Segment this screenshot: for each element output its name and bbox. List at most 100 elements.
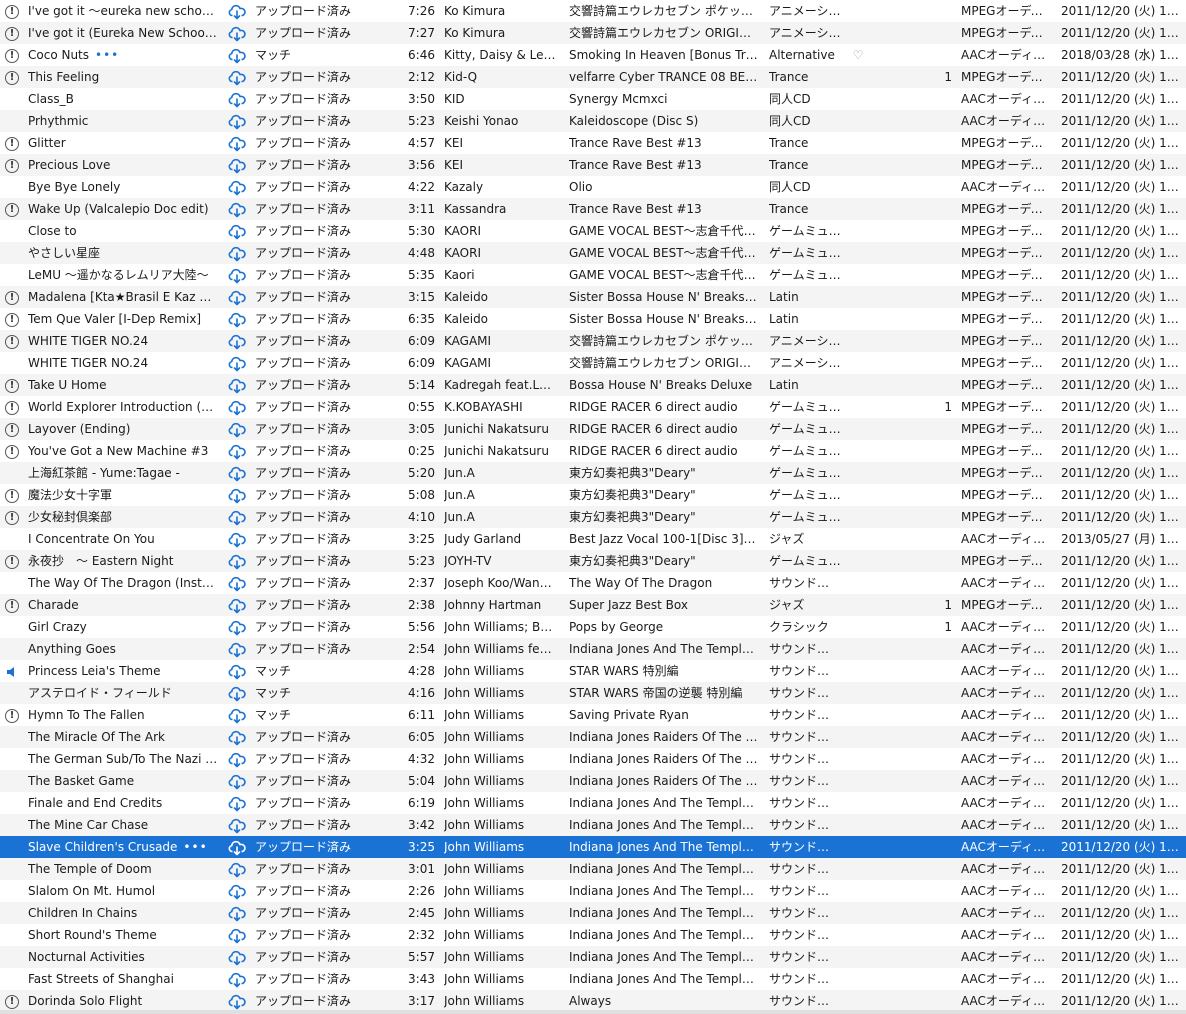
cloud-download-icon[interactable]: [227, 726, 247, 748]
cloud-download-icon[interactable]: [227, 484, 247, 506]
track-row[interactable]: ! WHITE TIGER NO.24 アップロード済み 6:09 KAGAMI 交響詩篇…: [0, 330, 1186, 352]
heart-icon[interactable]: [848, 550, 868, 572]
track-row[interactable]: Slave Children's Crusade ••• アップロード済み 3:25 J…: [0, 836, 1186, 858]
track-row[interactable]: ! Layover (Ending) アップロード済み 3:05 Junichi Nak…: [0, 418, 1186, 440]
cloud-download-icon[interactable]: [227, 616, 247, 638]
heart-icon[interactable]: [848, 792, 868, 814]
track-row[interactable]: WHITE TIGER NO.24 アップロード済み 6:09 KAGAMI 交響詩篇エ…: [0, 352, 1186, 374]
heart-icon[interactable]: [848, 858, 868, 880]
cloud-download-icon[interactable]: [227, 88, 247, 110]
cloud-download-icon[interactable]: [227, 528, 247, 550]
cloud-download-icon[interactable]: [227, 836, 247, 858]
track-row[interactable]: ! Precious Love アップロード済み 3:56 KEI Trance Rave…: [0, 154, 1186, 176]
cloud-download-icon[interactable]: [227, 550, 247, 572]
heart-icon[interactable]: [848, 154, 868, 176]
track-row[interactable]: ! Hymn To The Fallen マッチ 6:11 John Williams S…: [0, 704, 1186, 726]
heart-icon[interactable]: [848, 814, 868, 836]
cloud-download-icon[interactable]: [227, 462, 247, 484]
cloud-download-icon[interactable]: [227, 154, 247, 176]
heart-icon[interactable]: [848, 198, 868, 220]
heart-icon[interactable]: [848, 682, 868, 704]
heart-icon[interactable]: [848, 660, 868, 682]
track-row[interactable]: The Miracle Of The Ark アップロード済み 6:05 John W…: [0, 726, 1186, 748]
cloud-download-icon[interactable]: [227, 286, 247, 308]
cloud-download-icon[interactable]: [227, 220, 247, 242]
heart-icon[interactable]: [848, 704, 868, 726]
track-row[interactable]: Finale and End Credits アップロード済み 6:19 John W…: [0, 792, 1186, 814]
heart-icon[interactable]: [848, 726, 868, 748]
cloud-download-icon[interactable]: [227, 990, 247, 1012]
cloud-download-icon[interactable]: [227, 902, 247, 924]
track-row[interactable]: 上海紅茶館 - Yume:Tagae - アップロード済み 5:20 Jun.A 東方幻…: [0, 462, 1186, 484]
heart-icon[interactable]: [848, 528, 868, 550]
heart-icon[interactable]: [848, 924, 868, 946]
heart-icon[interactable]: [848, 352, 868, 374]
heart-icon[interactable]: [848, 990, 868, 1012]
heart-icon[interactable]: [848, 638, 868, 660]
cloud-download-icon[interactable]: [227, 396, 247, 418]
heart-icon[interactable]: [848, 616, 868, 638]
cloud-download-icon[interactable]: [227, 66, 247, 88]
heart-icon[interactable]: [848, 110, 868, 132]
track-row[interactable]: The Basket Game アップロード済み 5:04 John Williams…: [0, 770, 1186, 792]
cloud-download-icon[interactable]: [227, 132, 247, 154]
heart-icon[interactable]: [848, 418, 868, 440]
cloud-download-icon[interactable]: [227, 660, 247, 682]
cloud-download-icon[interactable]: [227, 704, 247, 726]
track-row[interactable]: ! I've got it (Eureka New School Aci... アッ…: [0, 22, 1186, 44]
track-row[interactable]: Anything Goes アップロード済み 2:54 John Williams f…: [0, 638, 1186, 660]
track-row[interactable]: アステロイド・フィールド マッチ 4:16 John Williams STAR WAR…: [0, 682, 1186, 704]
cloud-download-icon[interactable]: [227, 638, 247, 660]
heart-icon[interactable]: [848, 0, 868, 22]
heart-icon[interactable]: [848, 836, 868, 858]
heart-icon[interactable]: [848, 66, 868, 88]
heart-icon[interactable]: [848, 330, 868, 352]
track-row[interactable]: The Temple of Doom アップロード済み 3:01 John Willi…: [0, 858, 1186, 880]
cloud-download-icon[interactable]: [227, 814, 247, 836]
cloud-download-icon[interactable]: [227, 264, 247, 286]
track-row[interactable]: ! 少女秘封倶楽部 アップロード済み 4:10 Jun.A 東方幻奏祀典3"Deary" ゲ…: [0, 506, 1186, 528]
cloud-download-icon[interactable]: [227, 880, 247, 902]
cloud-download-icon[interactable]: [227, 572, 247, 594]
cloud-download-icon[interactable]: [227, 792, 247, 814]
track-row[interactable]: Princess Leia's Theme マッチ 4:28 John William…: [0, 660, 1186, 682]
cloud-download-icon[interactable]: [227, 946, 247, 968]
track-row[interactable]: ! Wake Up (Valcalepio Doc edit) アップロード済み 3:…: [0, 198, 1186, 220]
track-row[interactable]: ! Take U Home アップロード済み 5:14 Kadregah feat.Le…: [0, 374, 1186, 396]
heart-icon[interactable]: [848, 220, 868, 242]
heart-icon[interactable]: [848, 748, 868, 770]
heart-icon[interactable]: [848, 968, 868, 990]
cloud-download-icon[interactable]: [227, 308, 247, 330]
track-row[interactable]: Prhythmic アップロード済み 5:23 Keishi Yonao Kaleido…: [0, 110, 1186, 132]
heart-icon[interactable]: [848, 440, 868, 462]
heart-icon[interactable]: [848, 308, 868, 330]
track-row[interactable]: Girl Crazy アップロード済み 5:56 John Williams; Bos…: [0, 616, 1186, 638]
cloud-download-icon[interactable]: [227, 506, 247, 528]
track-row[interactable]: ! This Feeling アップロード済み 2:12 Kid-Q velfarre C…: [0, 66, 1186, 88]
heart-icon[interactable]: [848, 770, 868, 792]
track-row[interactable]: ! Dorinda Solo Flight アップロード済み 3:17 John Wil…: [0, 990, 1186, 1012]
track-row[interactable]: The German Sub/To The Nazi Hid... アップロード済…: [0, 748, 1186, 770]
heart-icon[interactable]: [848, 572, 868, 594]
track-row[interactable]: ! Tem Que Valer [I-Dep Remix] アップロード済み 6:35…: [0, 308, 1186, 330]
cloud-download-icon[interactable]: [227, 242, 247, 264]
cloud-download-icon[interactable]: [227, 968, 247, 990]
cloud-download-icon[interactable]: [227, 330, 247, 352]
cloud-download-icon[interactable]: [227, 682, 247, 704]
heart-icon[interactable]: [848, 22, 868, 44]
heart-icon[interactable]: [848, 176, 868, 198]
track-row[interactable]: ! 永夜抄 〜 Eastern Night アップロード済み 5:23 JOYH-TV 東…: [0, 550, 1186, 572]
cloud-download-icon[interactable]: [227, 352, 247, 374]
track-row[interactable]: Short Round's Theme アップロード済み 2:32 John Will…: [0, 924, 1186, 946]
track-row[interactable]: Children In Chains アップロード済み 2:45 John Willi…: [0, 902, 1186, 924]
track-row[interactable]: The Way Of The Dragon (Instrume... アップロード…: [0, 572, 1186, 594]
track-row[interactable]: Nocturnal Activities アップロード済み 5:57 John Wil…: [0, 946, 1186, 968]
track-row[interactable]: ! Coco Nuts ••• マッチ 6:46 Kitty, Daisy & Lewis…: [0, 44, 1186, 66]
track-row[interactable]: Fast Streets of Shanghai アップロード済み 3:43 John…: [0, 968, 1186, 990]
heart-icon[interactable]: [848, 880, 868, 902]
heart-icon[interactable]: [848, 506, 868, 528]
cloud-download-icon[interactable]: [227, 110, 247, 132]
heart-icon[interactable]: [848, 242, 868, 264]
heart-icon[interactable]: [848, 462, 868, 484]
cloud-download-icon[interactable]: [227, 594, 247, 616]
